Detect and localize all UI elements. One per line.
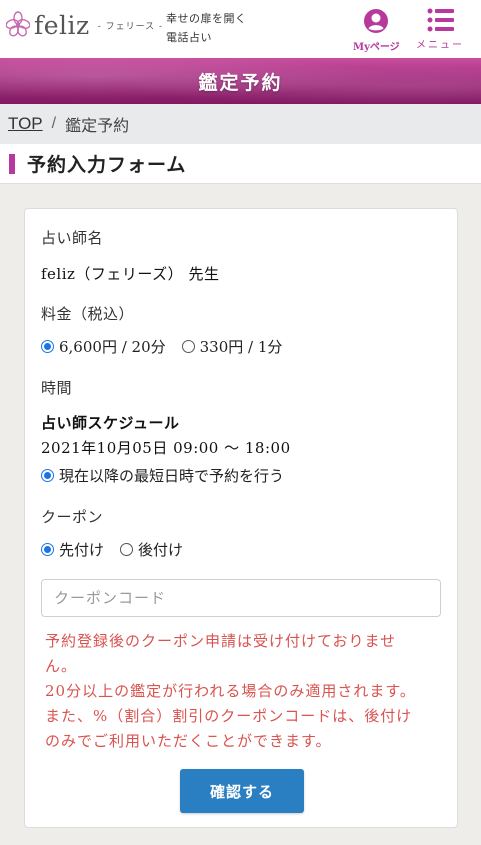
fortune-teller-value: feliz（フェリーズ） 先生 [41, 265, 220, 283]
notice-line: 予約登録後のクーポン申請は受け付けておりませ [45, 632, 397, 650]
schedule-value: 2021年10月05日 09:00 ～ 18:00 [41, 439, 291, 457]
logo-subtitle: - フェリース - [97, 21, 164, 32]
coupon-option-postpaid[interactable]: 後付け [120, 539, 183, 560]
menu-label: メニュー [416, 40, 464, 51]
coupon-label: クーポン [41, 508, 104, 526]
schedule-title: 占い師スケジュール [41, 414, 180, 432]
time-option-earliest-radio[interactable] [41, 469, 54, 482]
notice-line: ん。 [45, 657, 78, 675]
time-label: 時間 [41, 379, 73, 397]
coupon-option-prepaid[interactable]: 先付け [41, 539, 104, 560]
reservation-form: 占い師名 feliz（フェリーズ） 先生 料金（税込） 6,600円 / 20分… [24, 208, 458, 828]
coupon-code-input[interactable] [41, 579, 441, 617]
fortune-teller-label: 占い師名 [41, 229, 104, 247]
tagline-line-2: 電話占い [166, 31, 212, 44]
fee-option-20min-radio[interactable] [41, 340, 54, 353]
fee-option-1min-radio[interactable] [181, 340, 195, 353]
coupon-option-postpaid-radio[interactable] [120, 543, 134, 556]
section-title: 予約入力フォーム [27, 154, 187, 176]
coupon-radio-group: 先付け 後付け [41, 539, 199, 560]
coupon-option-prepaid-radio[interactable] [41, 543, 54, 556]
notice-line: のみでご利用いただくことができます。 [45, 732, 332, 750]
breadcrumb: TOP / 鑑定予約 [0, 104, 481, 144]
fee-option-20min-label: 6,600円 / 20分 [59, 338, 166, 356]
section-accent-bar [9, 153, 15, 174]
breadcrumb-top-link[interactable]: TOP [8, 114, 43, 134]
coupon-option-prepaid-label: 先付け [59, 541, 105, 559]
mypage-button[interactable]: Myページ [353, 8, 400, 53]
page-banner: 鑑定予約 [0, 58, 481, 104]
list-menu-icon [427, 8, 454, 32]
time-option-earliest[interactable]: 現在以降の最短日時で予約を行う [41, 465, 284, 486]
mypage-label: Myページ [353, 42, 400, 53]
notice-line: 20分以上の鑑定が行われる場合のみ適用されます。 [45, 682, 416, 700]
coupon-notice: 予約登録後のクーポン申請は受け付けておりませ ん。 20分以上の鑑定が行われる場… [45, 629, 425, 754]
notice-line: また、%（割合）割引のクーポンコードは、後付け [45, 707, 413, 725]
site-logo[interactable]: feliz - フェリース - [6, 10, 163, 40]
time-radio-group: 現在以降の最短日時で予約を行う [41, 465, 300, 486]
coupon-option-postpaid-label: 後付け [138, 541, 184, 559]
logo-text: feliz [34, 10, 90, 40]
fee-label: 料金（税込） [41, 305, 135, 323]
fee-option-1min-label: 330円 / 1分 [199, 338, 283, 356]
site-header: feliz - フェリース - 幸せの扉を開く 電話占い Myページ メニュー [0, 0, 481, 58]
section-heading: 予約入力フォーム [0, 144, 481, 184]
fee-radio-group: 6,600円 / 20分 330円 / 1分 [41, 336, 298, 357]
tagline: 幸せの扉を開く 電話占い [166, 9, 247, 47]
breadcrumb-current: 鑑定予約 [65, 116, 130, 135]
confirm-button[interactable]: 確認する [180, 769, 304, 813]
page-title: 鑑定予約 [198, 71, 283, 94]
time-option-earliest-label: 現在以降の最短日時で予約を行う [59, 467, 285, 485]
menu-button[interactable]: メニュー [416, 8, 464, 51]
flower-logo-icon [6, 11, 30, 37]
fee-option-20min[interactable]: 6,600円 / 20分 [41, 336, 166, 357]
user-icon [364, 9, 389, 33]
fee-option-1min[interactable]: 330円 / 1分 [181, 336, 283, 357]
tagline-line-1: 幸せの扉を開く [166, 12, 247, 25]
breadcrumb-separator: / [51, 115, 57, 132]
